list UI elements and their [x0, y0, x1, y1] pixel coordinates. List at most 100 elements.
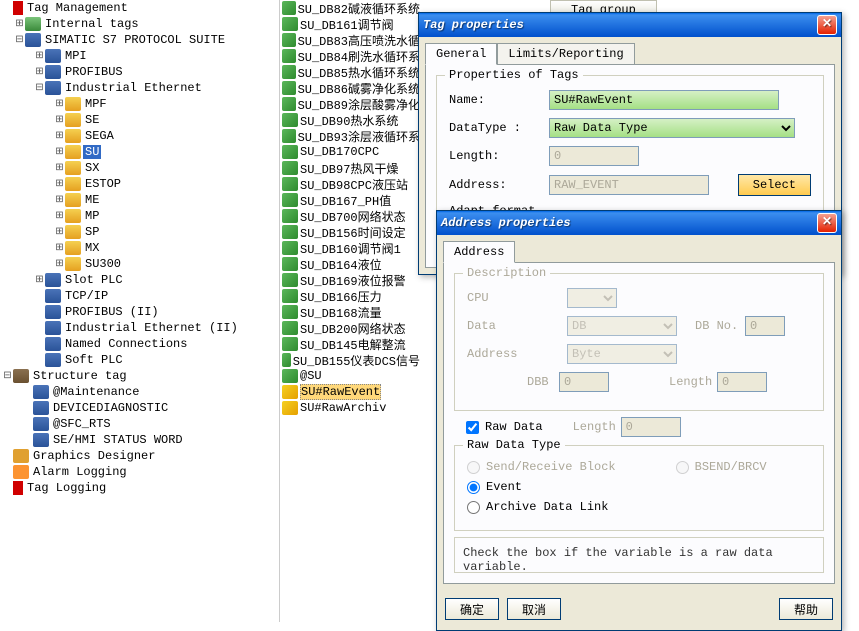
raw-data-checkbox[interactable]	[466, 421, 479, 434]
tree-maintenance[interactable]: @Maintenance	[0, 384, 279, 400]
radio-event[interactable]	[467, 481, 480, 494]
tree-se[interactable]: ⊞SE	[0, 112, 279, 128]
tree-devicediagnostic[interactable]: DEVICEDIAGNOSTIC	[0, 400, 279, 416]
tag-group-item[interactable]: SU_DB169液位报警	[280, 272, 420, 288]
tree-tcpip[interactable]: TCP/IP	[0, 288, 279, 304]
cancel-button[interactable]: 取消	[507, 598, 561, 620]
tag-group-icon	[282, 177, 298, 191]
tag-group-item[interactable]: SU_DB85热水循环系统	[280, 64, 420, 80]
tree-profibus[interactable]: ⊞PROFIBUS	[0, 64, 279, 80]
radio-archive-data-link[interactable]	[467, 501, 480, 514]
length-label: Length	[669, 375, 717, 389]
dialog-titlebar[interactable]: Address properties ✕	[437, 211, 841, 235]
dbno-label: DB No.	[695, 319, 745, 333]
channel-icon	[45, 65, 61, 79]
tree-estop[interactable]: ⊞ESTOP	[0, 176, 279, 192]
tag-group-item[interactable]: SU_DB83高压喷洗水循	[280, 32, 420, 48]
datatype-label: DataType :	[449, 121, 549, 135]
address-type-select: Byte	[567, 344, 677, 364]
tag-group-item[interactable]: SU_DB93涂层液循环系	[280, 128, 420, 144]
ok-button[interactable]: 确定	[445, 598, 499, 620]
tree-graphics-designer[interactable]: Graphics Designer	[0, 448, 279, 464]
tree-root[interactable]: Tag Management	[0, 0, 279, 16]
tree-hmi-status[interactable]: SE/HMI STATUS WORD	[0, 432, 279, 448]
raw-length-label: Length	[573, 420, 621, 434]
tree-structure-tag[interactable]: ⊟Structure tag	[0, 368, 279, 384]
struct-item-icon	[33, 417, 49, 431]
tree-sega[interactable]: ⊞SEGA	[0, 128, 279, 144]
radio-bsend-brcv	[676, 461, 689, 474]
tag-group-icon	[282, 305, 298, 319]
help-button[interactable]: 帮助	[779, 598, 833, 620]
tree-mp[interactable]: ⊞MP	[0, 208, 279, 224]
tag-group-icon	[282, 353, 291, 367]
tree-me[interactable]: ⊞ME	[0, 192, 279, 208]
tree-internal-tags[interactable]: ⊞Internal tags	[0, 16, 279, 32]
struct-item-icon	[33, 385, 49, 399]
conn-icon	[65, 161, 81, 175]
tag-group-item[interactable]: SU_DB200网络状态	[280, 320, 420, 336]
tag-group-item[interactable]: SU_DB168流量	[280, 304, 420, 320]
tag-group-item[interactable]: @SU	[280, 368, 420, 384]
tree-soft-plc[interactable]: Soft PLC	[0, 352, 279, 368]
tab-address[interactable]: Address	[443, 241, 515, 263]
tree-slot-plc[interactable]: ⊞Slot PLC	[0, 272, 279, 288]
tag-group-item[interactable]: SU_DB145电解整流	[280, 336, 420, 352]
tree-industrial-ethernet[interactable]: ⊟Industrial Ethernet	[0, 80, 279, 96]
tree-named-conn[interactable]: Named Connections	[0, 336, 279, 352]
group-title: Properties of Tags	[445, 68, 583, 82]
close-icon[interactable]: ✕	[817, 15, 837, 35]
cpu-select	[567, 288, 617, 308]
tag-group-icon	[282, 113, 298, 127]
tag-group-label: SU_DB169液位报警	[300, 272, 406, 289]
channel-icon	[45, 321, 61, 335]
tab-limits-reporting[interactable]: Limits/Reporting	[497, 43, 634, 64]
tree-profibus-2[interactable]: PROFIBUS (II)	[0, 304, 279, 320]
tag-group-item[interactable]: SU_DB98CPC液压站	[280, 176, 420, 192]
tag-group-label: SU_DB155仪表DCS信号	[293, 352, 420, 369]
tree-sp[interactable]: ⊞SP	[0, 224, 279, 240]
tag-item-selected[interactable]: SU#RawEvent	[280, 384, 420, 400]
tree-s7-suite[interactable]: ⊟SIMATIC S7 PROTOCOL SUITE	[0, 32, 279, 48]
tag-group-item[interactable]: SU_DB164液位	[280, 256, 420, 272]
tree-alarm-logging[interactable]: Alarm Logging	[0, 464, 279, 480]
tag-group-item[interactable]: SU_DB89涂层酸雾净化	[280, 96, 420, 112]
tag-group-item[interactable]: SU_DB700网络状态	[280, 208, 420, 224]
dialog-titlebar[interactable]: Tag properties ✕	[419, 13, 841, 37]
tree-mpi[interactable]: ⊞MPI	[0, 48, 279, 64]
tag-group-item[interactable]: SU_DB160调节阀1	[280, 240, 420, 256]
tag-group-item[interactable]: SU_DB170CPC	[280, 144, 420, 160]
tree-su300[interactable]: ⊞SU300	[0, 256, 279, 272]
name-input[interactable]	[549, 90, 779, 110]
tag-group-label: SU_DB93涂层液循环系	[298, 128, 420, 145]
struct-item-icon	[33, 433, 49, 447]
tag-group-item[interactable]: SU_DB167_PH值	[280, 192, 420, 208]
tree-su[interactable]: ⊞SU	[0, 144, 279, 160]
tag-group-item[interactable]: SU_DB161调节阀	[280, 16, 420, 32]
tab-general[interactable]: General	[425, 43, 497, 65]
tag-group-item[interactable]: SU_DB97热风干燥	[280, 160, 420, 176]
tag-group-label: SU_DB82碱液循环系统	[298, 0, 420, 17]
dbb-label: DBB	[527, 375, 559, 389]
tag-group-item[interactable]: SU_DB86碱雾净化系统	[280, 80, 420, 96]
hint-text: Check the box if the variable is a raw d…	[454, 537, 824, 573]
tag-group-item[interactable]: SU_DB90热水系统	[280, 112, 420, 128]
tag-group-item[interactable]: SU_DB156时间设定	[280, 224, 420, 240]
datatype-select[interactable]: Raw Data Type	[549, 118, 795, 138]
select-button[interactable]: Select	[738, 174, 811, 196]
description-group-title: Description	[463, 266, 550, 280]
tree-mx[interactable]: ⊞MX	[0, 240, 279, 256]
tag-group-item[interactable]: SU_DB84刷洗水循环系	[280, 48, 420, 64]
name-label: Name:	[449, 93, 549, 107]
tag-group-item[interactable]: SU_DB166压力	[280, 288, 420, 304]
tag-group-item[interactable]: SU_DB82碱液循环系统	[280, 0, 420, 16]
tag-item[interactable]: SU#RawArchiv	[280, 400, 420, 416]
tree-sfc-rts[interactable]: @SFC_RTS	[0, 416, 279, 432]
tree-tag-logging[interactable]: Tag Logging	[0, 480, 279, 496]
tree-ie-2[interactable]: Industrial Ethernet (II)	[0, 320, 279, 336]
tag-mgmt-icon	[13, 1, 23, 15]
close-icon[interactable]: ✕	[817, 213, 837, 233]
tag-group-item[interactable]: SU_DB155仪表DCS信号	[280, 352, 420, 368]
tree-sx[interactable]: ⊞SX	[0, 160, 279, 176]
tree-mpf[interactable]: ⊞MPF	[0, 96, 279, 112]
